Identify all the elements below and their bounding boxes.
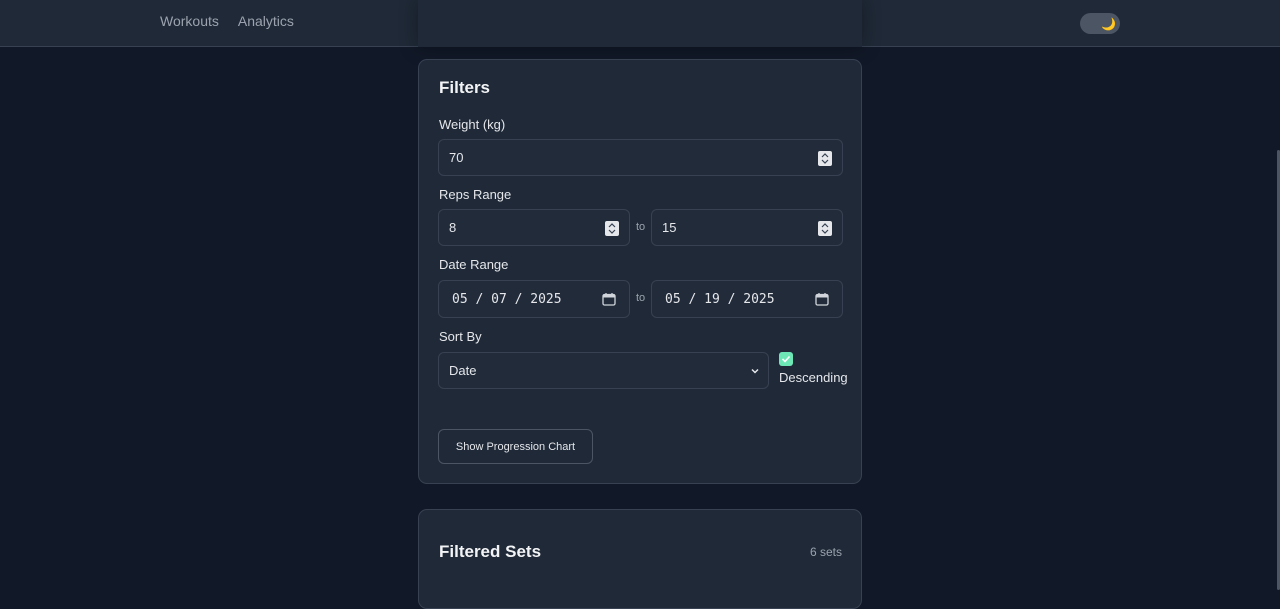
weight-input[interactable]: 70 [438,139,843,176]
date-from-value: 05 / 07 / 2025 [452,291,562,307]
weight-value: 70 [449,150,464,165]
sort-label: Sort By [439,329,482,344]
calendar-icon[interactable] [815,292,829,306]
date-label: Date Range [439,257,509,272]
filtered-sets-title: Filtered Sets [439,542,542,561]
descending-checkbox[interactable] [779,352,793,366]
moon-icon: 🌙 [1101,16,1116,31]
theme-toggle[interactable]: 🌙 [1080,13,1120,34]
nav-workouts[interactable]: Workouts [160,13,219,29]
weight-label: Weight (kg) [439,117,506,132]
date-to-value: 05 / 19 / 2025 [665,291,775,307]
spinner-icon[interactable] [818,151,832,166]
reps-min-input[interactable]: 8 [438,209,630,246]
date-from-input[interactable]: 05 / 07 / 2025 [438,280,630,318]
descending-label: Descending [779,370,848,385]
calendar-icon[interactable] [602,292,616,306]
top-navbar: Workouts Analytics 🌙 [0,0,1280,47]
reps-to-label: to [636,221,646,233]
main-nav: Workouts Analytics [160,13,294,29]
navbar-center-column [418,0,862,47]
sets-count-badge: 6 sets [809,545,842,559]
date-to-label: to [636,292,646,304]
date-to-input[interactable]: 05 / 19 / 2025 [651,280,843,318]
chevron-down-icon [751,368,759,374]
reps-max-value: 15 [662,220,677,235]
check-icon [781,355,791,363]
spinner-icon[interactable] [605,221,619,236]
nav-analytics[interactable]: Analytics [238,13,294,29]
spinner-icon[interactable] [818,221,832,236]
reps-max-input[interactable]: 15 [651,209,843,246]
sort-value: Date [449,363,477,378]
show-progression-chart-button[interactable]: Show Progression Chart [438,429,593,464]
filters-card: Filters Weight (kg) 70 Reps Range 8 to 1… [418,59,862,484]
sort-select[interactable]: Date [438,352,769,389]
filtered-sets-card: Filtered Sets 6 sets [418,509,862,609]
reps-min-value: 8 [449,220,457,235]
reps-label: Reps Range [439,187,512,202]
filters-title: Filters [439,78,491,97]
